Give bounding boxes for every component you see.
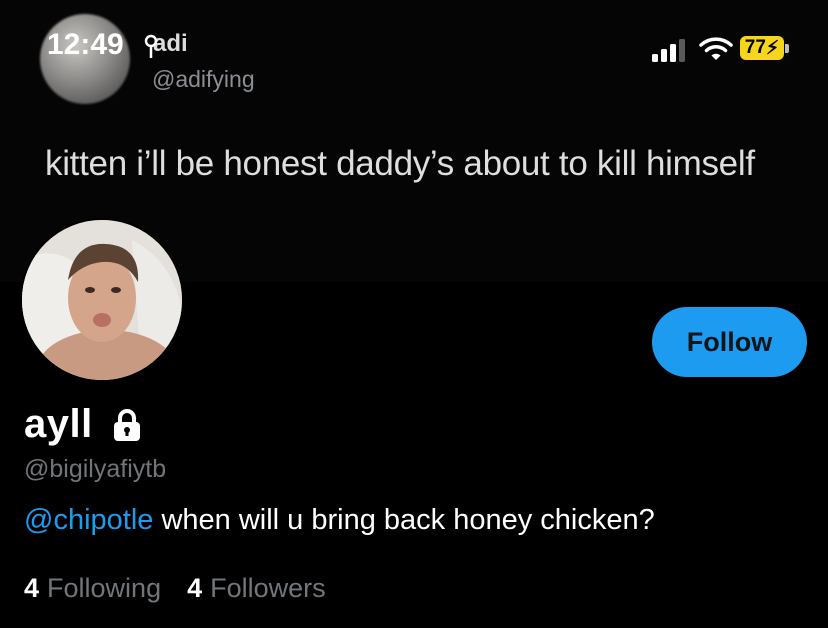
following-link[interactable]: 4 Following xyxy=(24,573,161,604)
followers-label: Followers xyxy=(210,573,326,603)
follow-button[interactable]: Follow xyxy=(652,307,807,377)
followers-count: 4 xyxy=(187,573,203,603)
status-bar: 12:49 77 ⚡︎ xyxy=(0,0,828,90)
lock-icon xyxy=(113,408,140,441)
location-arrow-icon xyxy=(144,34,158,58)
signal-icon xyxy=(652,39,685,62)
battery-percent: 77 xyxy=(744,37,766,58)
following-count: 4 xyxy=(24,573,40,603)
profile-display-name: ayll xyxy=(24,402,93,446)
profile-name-row: ayll xyxy=(24,402,143,447)
profile-avatar[interactable] xyxy=(20,218,184,382)
avatar-photo xyxy=(22,220,182,380)
battery-icon: 77 ⚡︎ xyxy=(740,36,790,62)
profile-stats: 4 Following 4 Followers xyxy=(24,573,352,604)
profile-bio: @chipotle when will u bring back honey c… xyxy=(24,504,655,537)
bio-text: when will u bring back honey chicken? xyxy=(153,504,655,536)
profile-handle: @bigilyafiytb xyxy=(24,455,167,483)
following-label: Following xyxy=(47,573,162,603)
banner-tweet-meta: · · · · · · · · · · · · · · · · xyxy=(180,276,370,282)
bio-mention-link[interactable]: @chipotle xyxy=(24,504,153,536)
banner-tweet-text: kitten i’ll be honest daddy’s about to k… xyxy=(45,144,755,183)
followers-link[interactable]: 4 Followers xyxy=(187,573,326,604)
wifi-icon xyxy=(699,37,733,60)
status-time: 12:49 xyxy=(47,28,124,61)
